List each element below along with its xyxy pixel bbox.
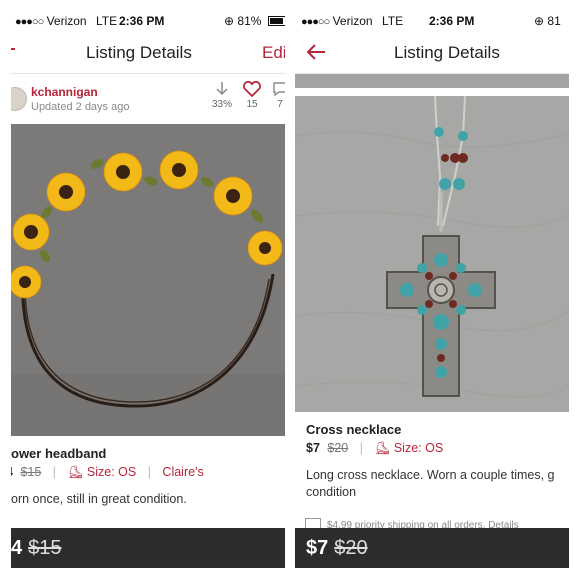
- avatar[interactable]: [11, 87, 27, 111]
- bottom-price-bar: 4 $15: [11, 528, 285, 568]
- comment-button[interactable]: 7: [265, 81, 285, 110]
- seller-bar: kchannigan Updated 2 days ago 33% 15 7: [11, 75, 285, 123]
- status-time: 2:36 PM: [429, 14, 475, 28]
- cross-necklace-image: [295, 96, 569, 412]
- bottom-price-bar: $7 $20: [295, 528, 569, 568]
- bottom-current-price: 4: [11, 537, 23, 559]
- item-price: $7: [306, 441, 320, 455]
- left-listing-screenshot: ●●●○○ Verizon LTE 2:36 PM ⊕ 81% Listing …: [11, 0, 285, 580]
- nav-bar: Listing Details: [295, 33, 569, 74]
- item-original-price: $20: [327, 441, 349, 455]
- comment-icon: [273, 82, 285, 97]
- carrier-info: ●●●○○ Verizon LTE: [301, 14, 403, 28]
- price-drop-stat: 33%: [207, 81, 237, 110]
- size-hanger-icon: ⛸: [374, 441, 391, 455]
- battery-percent: 81%: [237, 14, 262, 28]
- listing-photo[interactable]: [11, 124, 285, 436]
- item-size: Size: OS: [393, 441, 444, 455]
- item-description: Long cross necklace. Worn a couple times…: [306, 468, 555, 499]
- item-description: orn once, still in great condition.: [11, 492, 187, 506]
- heart-icon: [243, 81, 261, 97]
- status-time: 2:36 PM: [119, 14, 165, 28]
- network-type: LTE: [95, 14, 118, 28]
- alarm-icon: ⊕: [224, 14, 235, 28]
- price-drop-percent: 33%: [211, 99, 232, 110]
- network-type: LTE: [381, 14, 404, 28]
- bottom-price: $7 $20: [306, 537, 368, 560]
- separator: |: [52, 465, 57, 479]
- signal-icon: ●●●○○: [15, 16, 44, 28]
- battery-indicator: ⊕ 81%: [224, 14, 285, 28]
- bottom-original-price: $15: [28, 537, 62, 559]
- seller-username[interactable]: kchannigan: [31, 85, 98, 99]
- carrier-name: Verizon: [332, 14, 373, 28]
- item-meta-row: 4 $15 | ⛸ Size: OS | Claire's: [11, 465, 204, 480]
- nav-bar: Listing Details Edi: [11, 33, 285, 74]
- comment-count: 7: [277, 99, 283, 110]
- separator: |: [359, 441, 363, 455]
- item-title: Cross necklace: [306, 422, 402, 437]
- previous-photo-strip: [295, 74, 569, 88]
- signal-icon: ●●●○○: [301, 16, 330, 28]
- panel-divider: [285, 0, 295, 580]
- carrier-name: Verizon: [46, 14, 87, 28]
- item-original-price: $15: [20, 465, 42, 479]
- bottom-price: 4 $15: [11, 537, 62, 560]
- like-button[interactable]: 15: [237, 81, 267, 110]
- size-hanger-icon: ⛸: [67, 465, 84, 479]
- right-listing-screenshot: ●●●○○ Verizon LTE 2:36 PM ⊕ 81 Listing D…: [295, 0, 569, 580]
- item-size: Size: OS: [86, 465, 137, 479]
- down-arrow-icon: [216, 82, 228, 96]
- battery-percent: 81: [547, 14, 561, 28]
- item-meta-row: $7 $20 | ⛸ Size: OS: [306, 441, 443, 456]
- item-price: 4: [11, 465, 13, 479]
- listing-photo[interactable]: [295, 96, 569, 412]
- back-arrow-icon[interactable]: [11, 48, 15, 50]
- separator: |: [147, 465, 151, 479]
- sunflower-headband-image: [11, 124, 285, 436]
- status-bar: ●●●○○ Verizon LTE 2:36 PM ⊕ 81: [295, 10, 569, 32]
- like-count: 15: [246, 99, 258, 110]
- bottom-current-price: $7: [306, 537, 329, 559]
- alarm-icon: ⊕: [534, 14, 545, 28]
- bottom-original-price: $20: [334, 537, 368, 559]
- status-bar: ●●●○○ Verizon LTE 2:36 PM ⊕ 81%: [11, 10, 285, 32]
- battery-icon: [267, 16, 285, 26]
- page-title: Listing Details: [86, 43, 192, 62]
- page-title: Listing Details: [394, 43, 500, 62]
- item-brand[interactable]: Claire's: [162, 465, 203, 479]
- back-arrow-icon[interactable]: [305, 42, 327, 62]
- edit-button[interactable]: Edi: [262, 43, 285, 63]
- updated-time: Updated 2 days ago: [31, 101, 130, 113]
- battery-indicator: ⊕ 81: [534, 14, 561, 28]
- carrier-info: ●●●○○ Verizon LTE: [15, 14, 117, 28]
- item-title: ower headband: [11, 446, 107, 461]
